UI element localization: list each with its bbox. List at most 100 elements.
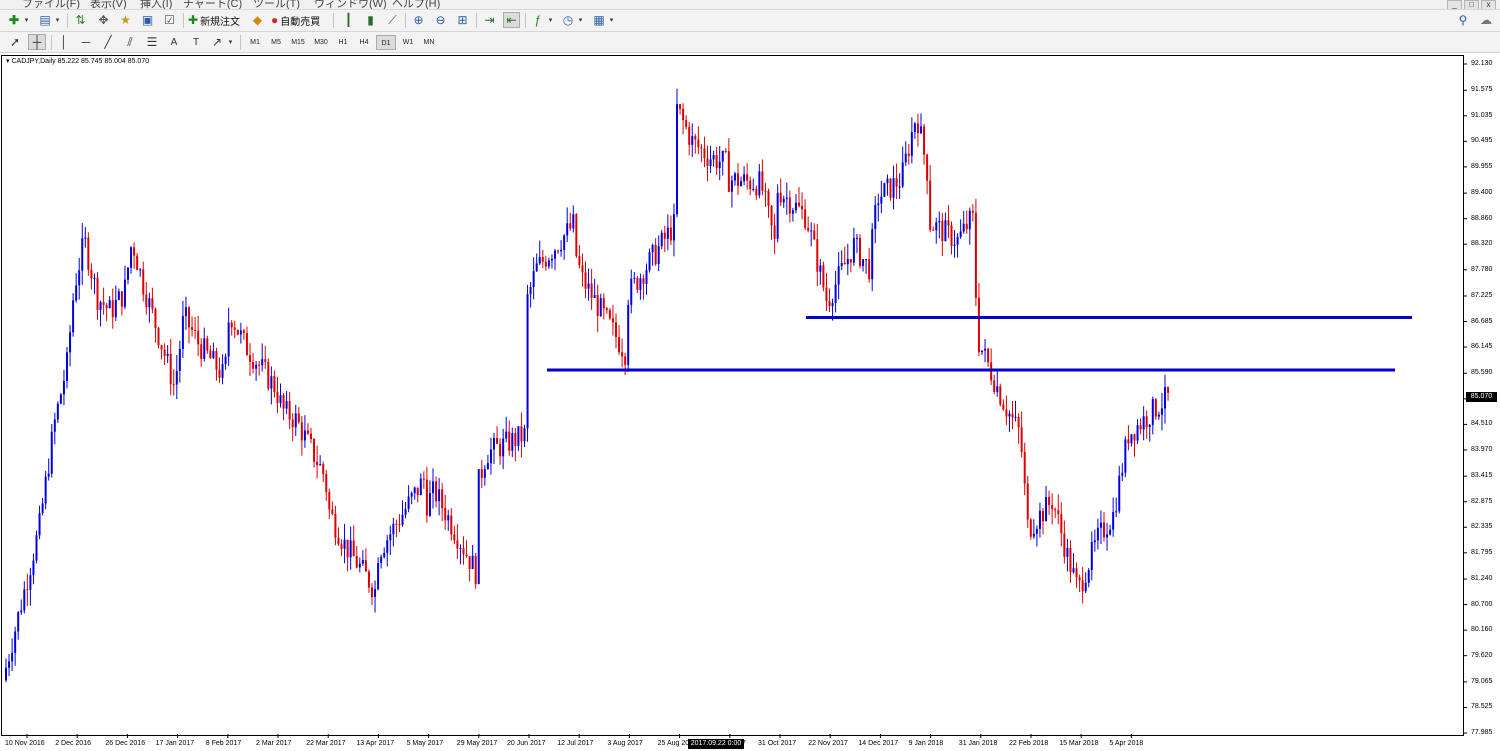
zoom-in-icon[interactable]: ⊕ [410, 12, 427, 28]
candle-body [813, 230, 816, 240]
candle-body [66, 352, 68, 381]
cursor-icon[interactable]: ➚ [8, 34, 22, 50]
candle-body [1005, 409, 1008, 417]
horizontal-line-icon[interactable]: ─ [78, 34, 94, 50]
candle-body [810, 230, 813, 232]
candlestick-icon[interactable]: ▮ [362, 12, 379, 28]
timeframe-d1[interactable]: D1 [376, 35, 396, 50]
indicators-icon[interactable]: ƒ [530, 12, 546, 28]
arrows-icon[interactable]: ↗ [210, 34, 224, 50]
candle-body [215, 351, 218, 370]
periods-icon[interactable]: ◷ [560, 12, 576, 28]
candle-body [727, 151, 730, 192]
auto-trading-button[interactable]: ● 自動売買 [271, 12, 327, 28]
candle-body [883, 183, 886, 197]
menu-chart[interactable]: チャート(C) [183, 0, 242, 9]
candle-body [279, 395, 282, 403]
data-window-icon[interactable]: ★ [117, 12, 134, 28]
tile-windows-icon[interactable]: ⊞ [454, 12, 471, 28]
chat-icon[interactable]: ☁ [1477, 12, 1495, 28]
text-icon[interactable]: A [166, 34, 182, 50]
candle-body [1127, 439, 1130, 444]
candle-body [691, 136, 694, 145]
chevron-down-icon[interactable]: ▾ [53, 12, 62, 28]
candle-body [776, 192, 779, 239]
timeframe-h4[interactable]: H4 [354, 35, 374, 50]
menu-tools[interactable]: ツール(T) [253, 0, 300, 9]
candle-body [697, 139, 700, 148]
candle-body [737, 173, 739, 186]
x-tick-label: 10 Nov 2016 [5, 740, 45, 747]
chevron-down-icon[interactable]: ▾ [22, 12, 31, 28]
candle-body [377, 563, 380, 590]
candle-body [572, 214, 575, 229]
new-chart-icon[interactable]: ✚ [6, 12, 22, 28]
candle-body [441, 489, 444, 509]
fibonacci-icon[interactable]: ☰ [144, 34, 160, 50]
timeframe-m5[interactable]: M5 [266, 35, 286, 50]
candle-body [276, 392, 279, 403]
text-label-icon[interactable]: T [188, 34, 204, 50]
new-order-button[interactable]: ✚ 新規注文 [188, 12, 244, 28]
zoom-out-icon[interactable]: ⊖ [432, 12, 449, 28]
candle-body [984, 348, 987, 351]
candlestick-chart[interactable] [0, 53, 1500, 751]
timeframe-m1[interactable]: M1 [245, 35, 265, 50]
candle-body [505, 431, 508, 439]
profiles-icon[interactable]: ▤ [37, 12, 53, 28]
candle-body [916, 123, 919, 134]
navigator-icon[interactable]: ✥ [95, 12, 112, 28]
candle-body [1145, 416, 1148, 428]
candle-body [130, 247, 133, 268]
chevron-down-icon[interactable]: ▾ [576, 12, 585, 28]
timeframe-m15[interactable]: M15 [287, 35, 309, 50]
candle-body [84, 237, 87, 239]
channel-icon[interactable]: ⫽ [122, 34, 138, 50]
chart-window[interactable]: ▾ CADJPY,Daily 85.222 85.745 85.004 85.0… [0, 53, 1500, 751]
candle-body [828, 300, 831, 307]
candle-body [355, 556, 358, 568]
meta-editor-icon[interactable]: ◆ [249, 12, 266, 28]
candle-body [148, 298, 151, 308]
candle-body [38, 513, 41, 536]
menu-file[interactable]: ファイル(F) [22, 0, 80, 9]
terminal-icon[interactable]: ▣ [139, 12, 156, 28]
timeframe-w1[interactable]: W1 [398, 35, 418, 50]
search-icon[interactable]: ⚲ [1455, 12, 1471, 28]
candle-body [93, 277, 96, 279]
candle-body [151, 298, 154, 309]
timeframe-h1[interactable]: H1 [333, 35, 353, 50]
timeframe-mn[interactable]: MN [419, 35, 439, 50]
candle-body [453, 534, 456, 541]
candle-body [718, 161, 721, 169]
chevron-down-icon[interactable]: ▾ [226, 34, 235, 50]
strategy-tester-icon[interactable]: ☑ [161, 12, 178, 28]
menu-view[interactable]: 表示(V) [90, 0, 127, 9]
timeframe-m30[interactable]: M30 [310, 35, 332, 50]
chevron-down-icon[interactable]: ▾ [546, 12, 555, 28]
candle-body [483, 469, 486, 478]
menu-insert[interactable]: 挿入(I) [140, 0, 172, 9]
candle-body [935, 222, 938, 231]
chevron-down-icon[interactable]: ▾ [607, 12, 616, 28]
candle-body [456, 540, 459, 549]
crosshair-icon[interactable]: ┼ [28, 34, 46, 50]
restore-button[interactable]: □ [1464, 0, 1479, 9]
trendline-icon[interactable]: ╱ [100, 34, 116, 50]
candle-body [252, 361, 255, 369]
x-tick-label: 20 Jun 2017 [507, 740, 546, 747]
line-chart-icon[interactable]: ⟋ [384, 12, 401, 28]
market-watch-icon[interactable]: ⇅ [72, 12, 89, 28]
close-button[interactable]: x [1481, 0, 1496, 9]
autoscroll-icon[interactable]: ⇤ [503, 12, 520, 28]
candle-body [163, 349, 166, 356]
bar-chart-icon[interactable]: ┃ [340, 12, 357, 28]
candle-body [923, 126, 926, 155]
minimize-button[interactable]: _ [1447, 0, 1462, 9]
menu-help[interactable]: ヘルプ(H) [392, 0, 440, 9]
templates-icon[interactable]: ▦ [591, 12, 607, 28]
chart-shift-icon[interactable]: ⇥ [481, 12, 498, 28]
vertical-line-icon[interactable]: │ [56, 34, 72, 50]
candle-body [1014, 416, 1017, 418]
menu-window[interactable]: ウィンドウ(W) [314, 0, 387, 9]
